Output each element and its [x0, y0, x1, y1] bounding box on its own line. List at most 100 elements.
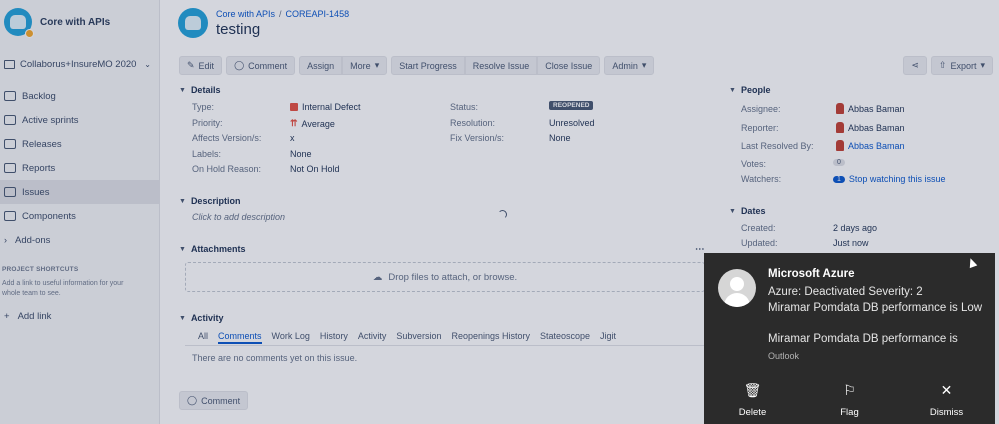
start-progress-button[interactable]: Start Progress [391, 56, 465, 75]
toast-source: Outlook [768, 351, 800, 361]
attachments-heading[interactable]: ▼ Attachments [179, 244, 245, 254]
tab-work-log[interactable]: Work Log [272, 331, 310, 344]
no-comments-text: There are no comments yet on this issue. [192, 353, 358, 363]
toast-flag-button[interactable]: ⚐ Flag [810, 383, 890, 418]
comment-button[interactable]: ◯ Comment [226, 56, 296, 75]
tab-jigit[interactable]: Jigit [600, 331, 616, 344]
tab-comments[interactable]: Comments [218, 331, 262, 344]
tab-subversion[interactable]: Subversion [396, 331, 441, 344]
status-badge: REOPENED [549, 101, 594, 110]
stop-watching-link[interactable]: Stop watching this issue [849, 174, 946, 184]
board-icon [4, 59, 15, 69]
resolution-label: Resolution: [450, 118, 496, 128]
comment-label: Comment [201, 395, 241, 406]
priority-value[interactable]: ⇈ Average [290, 118, 335, 129]
caret-down-icon: ▼ [179, 314, 186, 322]
onhold-value[interactable]: Not On Hold [290, 164, 340, 174]
votes-count: 0 [833, 159, 845, 166]
watchers-label: Watchers: [741, 174, 782, 184]
chevron-down-icon: ▾ [641, 60, 647, 70]
comment-bottom-button[interactable]: ◯ Comment [179, 391, 249, 410]
affects-value[interactable]: x [290, 133, 295, 143]
type-value[interactable]: Internal Defect [290, 102, 361, 112]
shortcuts-heading: PROJECT SHORTCUTS [2, 266, 79, 273]
issue-toolbar: ✎ Edit ◯ Comment Assign More ▾ Start Progre… [179, 56, 655, 75]
description-placeholder[interactable]: Click to add description [192, 212, 285, 222]
assign-button[interactable]: Assign [299, 56, 343, 75]
share-button[interactable]: ⋖ [903, 56, 927, 75]
attachment-dropzone[interactable]: ☁ Drop files to attach, or browse. [185, 262, 705, 292]
sidebar-item-releases[interactable]: Releases [0, 132, 159, 156]
tab-all[interactable]: All [198, 331, 208, 344]
dropzone-text: Drop files to attach, or browse. [388, 271, 518, 283]
flag-icon: ⚐ [843, 382, 856, 398]
releases-icon [4, 139, 16, 149]
watchers-count: 1 [833, 175, 845, 183]
caret-down-icon: ▼ [729, 207, 736, 215]
tab-reopenings-history[interactable]: Reopenings History [451, 331, 530, 344]
votes-value[interactable]: 0 [833, 159, 845, 166]
sidebar-item-label: Reports [22, 162, 56, 174]
sidebar-item-active-sprints[interactable]: Active sprints [0, 108, 159, 132]
sidebar-item-label: Components [22, 210, 76, 222]
sidebar-item-components[interactable]: Components [0, 204, 159, 228]
description-heading[interactable]: ▼ Description [179, 196, 240, 206]
assignee-value[interactable]: Abbas Baman [836, 103, 905, 114]
last-resolved-value[interactable]: Abbas Baman [836, 140, 905, 151]
resolve-issue-button[interactable]: Resolve Issue [464, 56, 538, 75]
activity-heading[interactable]: ▼ Activity [179, 313, 223, 323]
status-label: Status: [450, 102, 479, 112]
details-heading[interactable]: ▼ Details [179, 85, 220, 95]
delete-label: Delete [738, 407, 767, 418]
toast-line-3: Miramar Pomdata DB performance is [768, 333, 958, 345]
people-heading[interactable]: ▼ People [729, 85, 770, 95]
add-link-button[interactable]: + Add link [0, 311, 159, 322]
user-avatar [836, 122, 844, 133]
chevron-right-icon: › [4, 235, 7, 245]
export-button[interactable]: ⇧ Export ▾ [930, 56, 993, 75]
notification-toast[interactable]: Microsoft Azure Azure: Deactivated Sever… [704, 253, 995, 424]
more-button[interactable]: More ▾ [342, 56, 388, 75]
sidebar-item-reports[interactable]: Reports [0, 156, 159, 180]
issue-title[interactable]: testing [216, 21, 349, 38]
resolution-value: Unresolved [549, 118, 595, 128]
assignee-label: Assignee: [741, 104, 781, 114]
tabs-divider [185, 345, 705, 346]
breadcrumb-project[interactable]: Core with APIs [216, 9, 275, 19]
sidebar-item-label: Backlog [22, 90, 56, 102]
priority-label: Priority: [192, 118, 223, 128]
updated-value: Just now [833, 238, 869, 248]
sidebar-item-addons[interactable]: › Add-ons [0, 228, 159, 252]
created-value: 2 days ago [833, 223, 878, 233]
board-name: Collaborus+InsureMO 2020 [20, 58, 137, 70]
board-selector[interactable]: Collaborus+InsureMO 2020 ⌄ [0, 50, 159, 78]
sidebar-item-issues[interactable]: Issues [0, 180, 159, 204]
tab-stateoscope[interactable]: Stateoscope [540, 331, 590, 344]
reports-icon [4, 163, 16, 173]
dates-heading[interactable]: ▼ Dates [729, 206, 765, 216]
workflow-group: Start Progress Resolve Issue Close Issue [391, 56, 601, 75]
toolbar-right: ⋖ ⇧ Export ▾ [903, 56, 993, 75]
priority-icon: ⇈ [290, 118, 298, 128]
edit-button[interactable]: ✎ Edit [179, 56, 223, 75]
caret-down-icon: ▼ [179, 197, 186, 205]
labels-value[interactable]: None [290, 149, 312, 159]
toast-dismiss-button[interactable]: ✕ Dismiss [907, 383, 987, 418]
toast-delete-button[interactable]: 🗑 Delete [713, 383, 793, 418]
last-resolved-name[interactable]: Abbas Baman [848, 141, 905, 151]
breadcrumb: Core with APIs / COREAPI-1458 [216, 9, 349, 19]
sidebar-item-backlog[interactable]: Backlog [0, 84, 159, 108]
breadcrumb-issue-key[interactable]: COREAPI-1458 [286, 9, 350, 19]
sprints-icon [4, 115, 16, 125]
reporter-value[interactable]: Abbas Baman [836, 122, 905, 133]
project-header[interactable]: Core with APIs [0, 0, 159, 44]
chevron-down-icon: ▾ [980, 60, 985, 70]
tab-activity[interactable]: Activity [358, 331, 387, 344]
sidebar-item-label: Issues [22, 186, 50, 198]
tab-history[interactable]: History [320, 331, 348, 344]
toast-line-2: Miramar Pomdata DB performance is Low [768, 302, 983, 314]
admin-button[interactable]: Admin ▾ [604, 56, 655, 75]
project-name[interactable]: Core with APIs [40, 17, 110, 28]
close-issue-button[interactable]: Close Issue [537, 56, 601, 75]
fix-version-value[interactable]: None [549, 133, 571, 143]
